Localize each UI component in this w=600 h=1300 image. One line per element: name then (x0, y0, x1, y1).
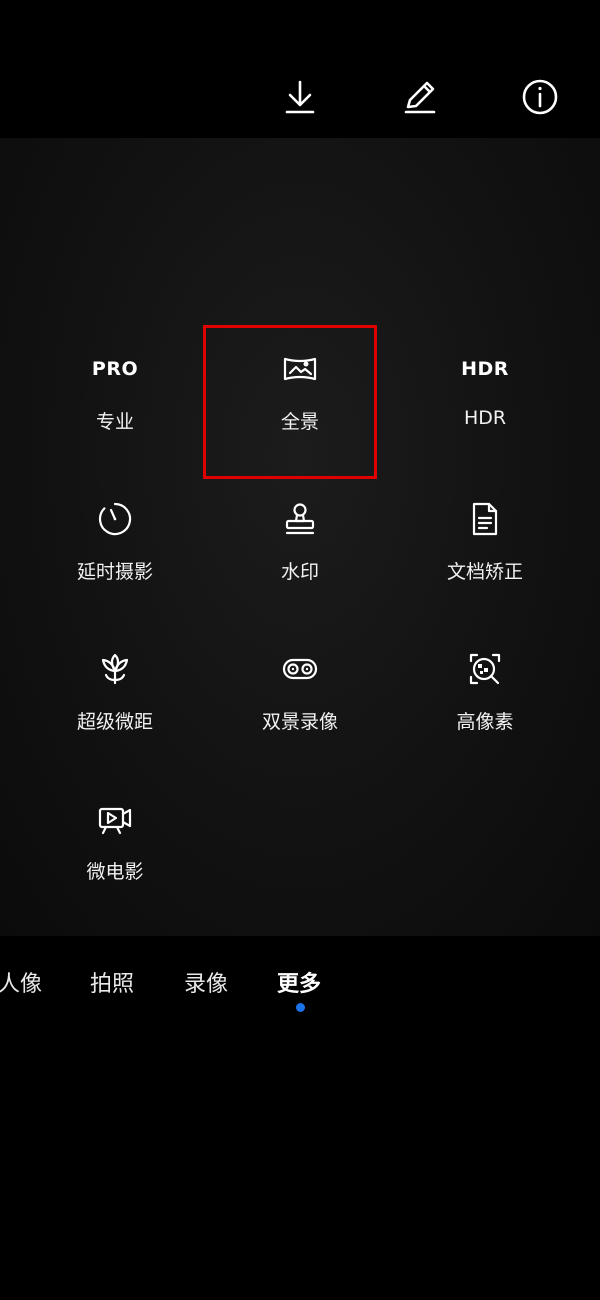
pencil-icon (404, 81, 436, 114)
mode-panorama-label: 全景 (280, 411, 319, 433)
mode-panorama[interactable]: 全景 (215, 325, 385, 475)
mode-hdr[interactable]: HDR HDR (400, 325, 570, 475)
document-icon (472, 502, 498, 536)
mode-document[interactable]: 文档矫正 (400, 475, 570, 625)
info-button[interactable] (517, 74, 563, 120)
top-toolbar (0, 0, 600, 138)
mode-super-macro[interactable]: 超级微距 (30, 625, 200, 775)
mode-pro[interactable]: PRO 专业 (30, 325, 200, 475)
pro-glyph: PRO (91, 358, 139, 380)
mode-micro-movie-label: 微电影 (86, 861, 144, 883)
mode-micro-movie[interactable]: 微电影 (30, 775, 200, 925)
timer-icon (98, 502, 132, 536)
mode-timelapse[interactable]: 延时摄影 (30, 475, 200, 625)
panorama-icon (283, 357, 317, 381)
mode-pro-label: 专业 (95, 411, 134, 433)
flower-icon (101, 653, 129, 685)
mode-dual-view[interactable]: 双景录像 (215, 625, 385, 775)
mode-watermark-label: 水印 (280, 561, 319, 583)
mode-high-res-label: 高像素 (456, 711, 514, 733)
high-res-icon (469, 653, 501, 685)
edit-button[interactable] (397, 74, 443, 120)
download-icon (285, 80, 315, 114)
mode-timelapse-label: 延时摄影 (76, 561, 153, 583)
tab-portrait[interactable]: 人像 (0, 966, 42, 998)
stamp-icon (285, 503, 315, 535)
tab-more[interactable]: 更多 (277, 966, 321, 998)
camera-mode-bar: 人像 拍照 录像 更多 (0, 936, 600, 1300)
mode-document-label: 文档矫正 (446, 561, 523, 583)
mode-dual-view-label: 双景录像 (261, 711, 338, 733)
download-button[interactable] (277, 74, 323, 120)
tab-photo[interactable]: 拍照 (90, 966, 134, 998)
mode-high-res[interactable]: 高像素 (400, 625, 570, 775)
hdr-glyph: HDR (461, 358, 509, 380)
mode-watermark[interactable]: 水印 (215, 475, 385, 625)
mode-super-macro-label: 超级微距 (76, 711, 153, 733)
active-tab-indicator (296, 1003, 305, 1012)
tab-video[interactable]: 录像 (184, 966, 228, 998)
info-icon (522, 79, 558, 115)
film-camera-icon (98, 807, 132, 835)
mode-hdr-label: HDR (463, 407, 507, 429)
dual-lens-icon (282, 658, 318, 680)
